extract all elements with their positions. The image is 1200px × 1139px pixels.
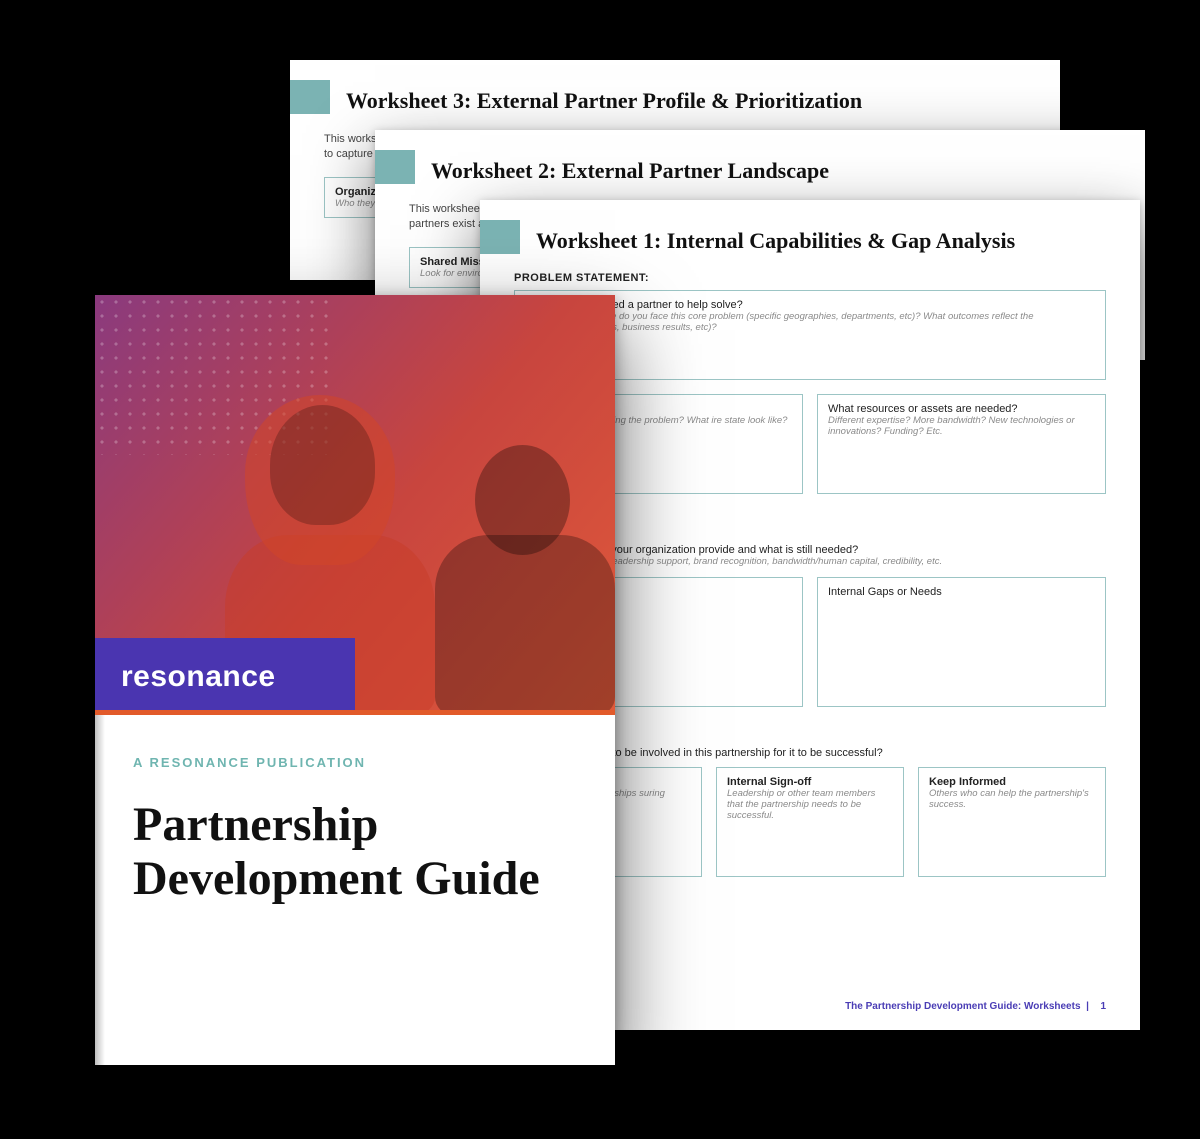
guide-cover: resonance A RESONANCE PUBLICATION Partne… [95, 295, 615, 1065]
logo-plate: resonance [95, 638, 355, 715]
problem-statement-label: PROBLEM STATEMENT: [514, 272, 1106, 284]
worksheet-footer: The Partnership Development Guide: Works… [845, 1001, 1106, 1012]
stake-informed-title: Keep Informed [929, 776, 1095, 788]
accent-block [290, 80, 330, 114]
page-number: 1 [1100, 1001, 1106, 1012]
stake-signoff-title: Internal Sign-off [727, 776, 893, 788]
cover-title: Partnership Development Guide [133, 798, 577, 906]
stake-signoff-hint: Leadership or other team members that th… [727, 788, 893, 821]
gaps-box: Internal Gaps or Needs [817, 577, 1106, 707]
stake-informed-box: Keep Informed Others who can help the pa… [918, 767, 1106, 877]
accent-block [375, 150, 415, 184]
cover-eyebrow: A RESONANCE PUBLICATION [133, 755, 577, 770]
resources-box: What resources or assets are needed? Dif… [817, 394, 1106, 494]
stake-informed-hint: Others who can help the partnership's su… [929, 788, 1095, 810]
resources-hint: Different expertise? More bandwidth? New… [828, 415, 1095, 437]
worksheet-3-title: Worksheet 3: External Partner Profile & … [346, 88, 1026, 114]
worksheet-1-title: Worksheet 1: Internal Capabilities & Gap… [536, 228, 1106, 254]
cover-hero-image: resonance [95, 295, 615, 715]
brand-logo-text: resonance [121, 660, 276, 694]
resources-q: What resources or assets are needed? [828, 403, 1095, 415]
stake-signoff-box: Internal Sign-off Leadership or other te… [716, 767, 904, 877]
accent-block [480, 220, 520, 254]
person-silhouette-2 [435, 445, 605, 705]
gaps-title: Internal Gaps or Needs [828, 586, 1095, 598]
worksheet-2-title: Worksheet 2: External Partner Landscape [431, 158, 1111, 184]
document-stack: Worksheet 3: External Partner Profile & … [0, 0, 1200, 1139]
